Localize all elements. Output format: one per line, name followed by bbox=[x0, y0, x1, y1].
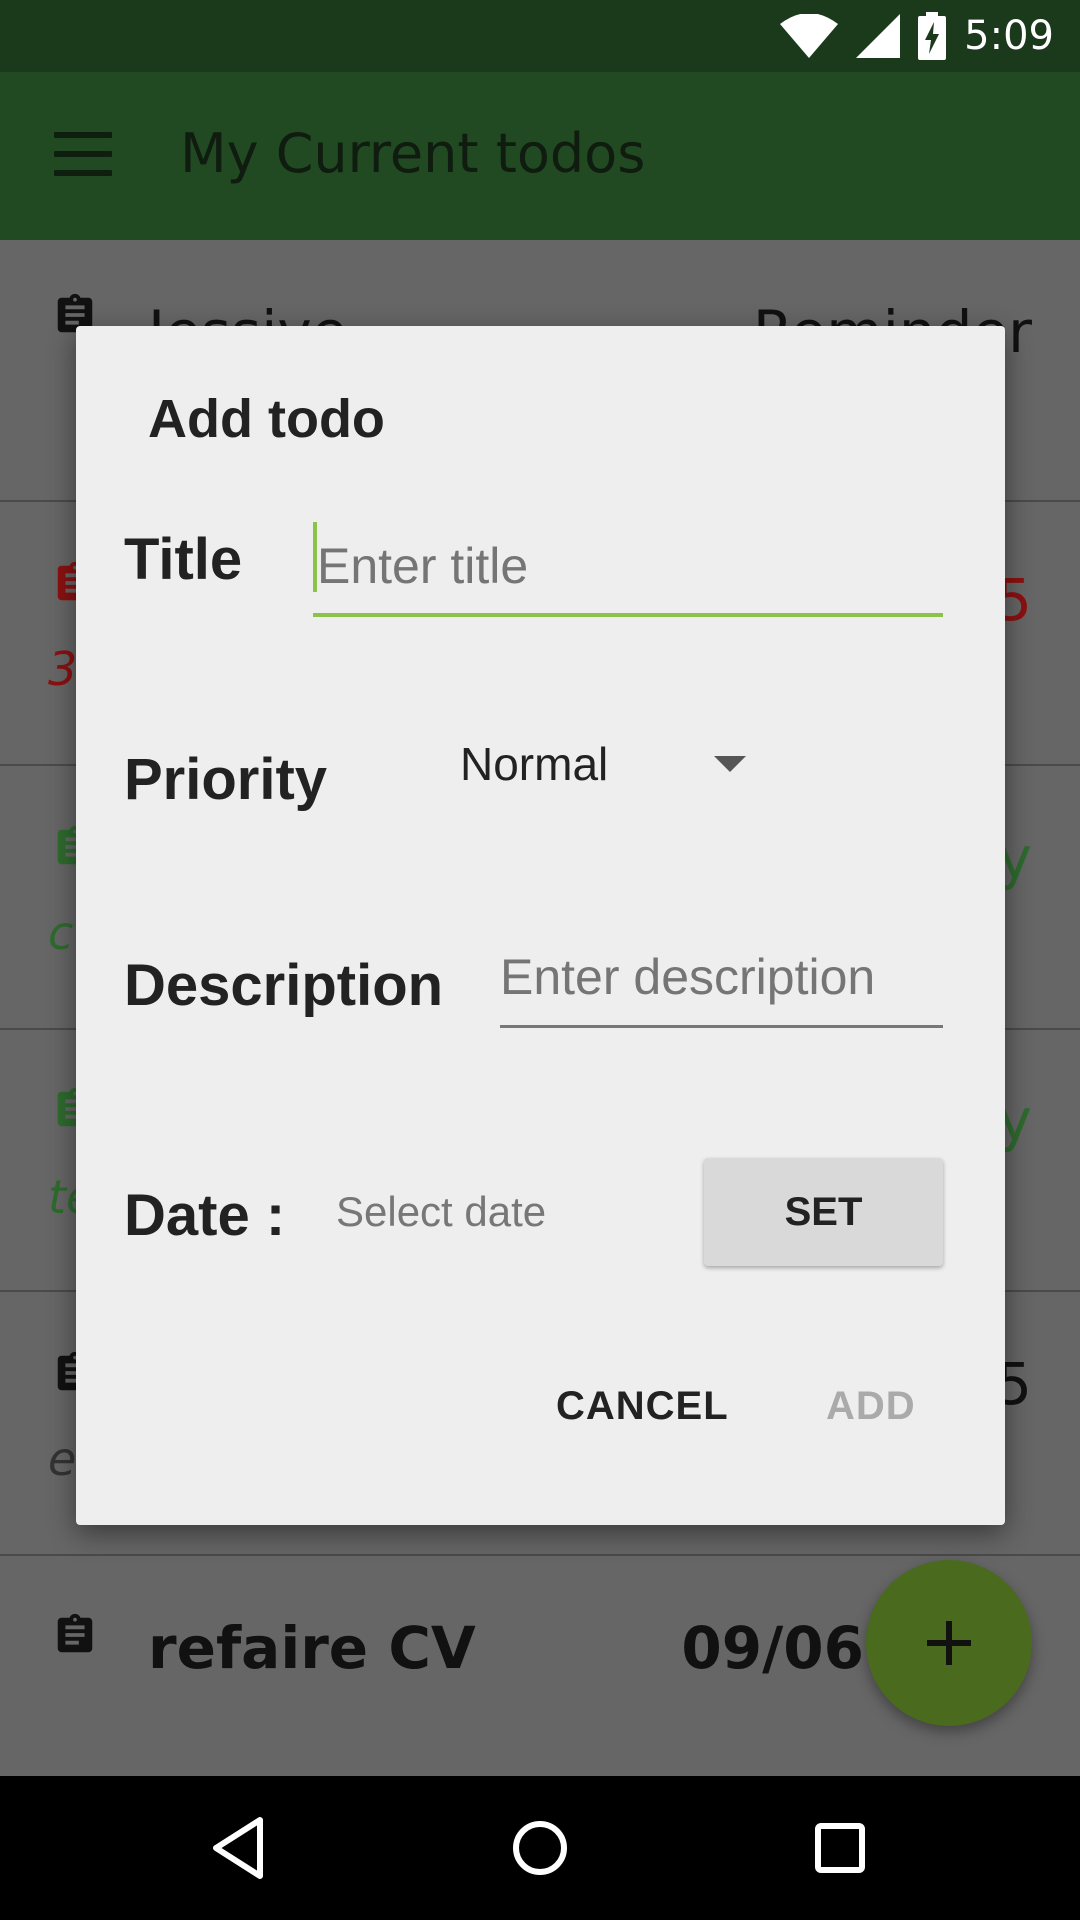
cancel-button[interactable]: CANCEL bbox=[556, 1366, 729, 1446]
title-label: Title bbox=[124, 527, 243, 592]
date-value: Select date bbox=[336, 1188, 547, 1235]
status-clock: 5:09 bbox=[964, 13, 1054, 59]
hamburger-menu-icon[interactable] bbox=[54, 132, 112, 176]
home-icon[interactable] bbox=[502, 1810, 578, 1886]
add-todo-dialog: Add todo Title Priority Normal Descripti… bbox=[76, 326, 1005, 1525]
list-item-title: refaire CV bbox=[148, 1614, 476, 1682]
recents-icon[interactable] bbox=[802, 1810, 878, 1886]
wifi-icon bbox=[780, 14, 839, 58]
status-icons: 5:09 bbox=[780, 0, 1054, 72]
battery-charging-icon bbox=[918, 12, 947, 60]
dropdown-arrow-icon bbox=[714, 756, 746, 772]
back-icon[interactable] bbox=[202, 1810, 278, 1886]
priority-label: Priority bbox=[124, 747, 328, 812]
list-item-subtitle: c bbox=[48, 906, 74, 960]
navigation-bar bbox=[0, 1776, 1080, 1920]
title-input[interactable] bbox=[313, 519, 943, 617]
add-todo-fab[interactable] bbox=[866, 1560, 1032, 1726]
date-label: Date : bbox=[124, 1183, 286, 1248]
status-bar: 5:09 bbox=[0, 0, 1080, 72]
priority-value: Normal bbox=[460, 738, 609, 790]
signal-icon bbox=[856, 14, 901, 58]
list-item-subtitle: 3 bbox=[48, 642, 78, 696]
set-date-button[interactable]: SET bbox=[704, 1158, 943, 1266]
priority-dropdown[interactable]: Normal bbox=[460, 726, 750, 802]
add-button[interactable]: ADD bbox=[826, 1366, 916, 1446]
description-input[interactable] bbox=[500, 928, 943, 1028]
app-title: My Current todos bbox=[180, 122, 646, 185]
description-label: Description bbox=[124, 953, 444, 1018]
clipboard-icon bbox=[57, 1613, 93, 1653]
text-cursor bbox=[313, 522, 317, 592]
list-item-subtitle: e bbox=[48, 1432, 77, 1486]
app-bar: My Current todos bbox=[0, 72, 1080, 240]
dialog-title: Add todo bbox=[148, 389, 385, 449]
list-item-right: 09/06 bbox=[681, 1614, 864, 1682]
